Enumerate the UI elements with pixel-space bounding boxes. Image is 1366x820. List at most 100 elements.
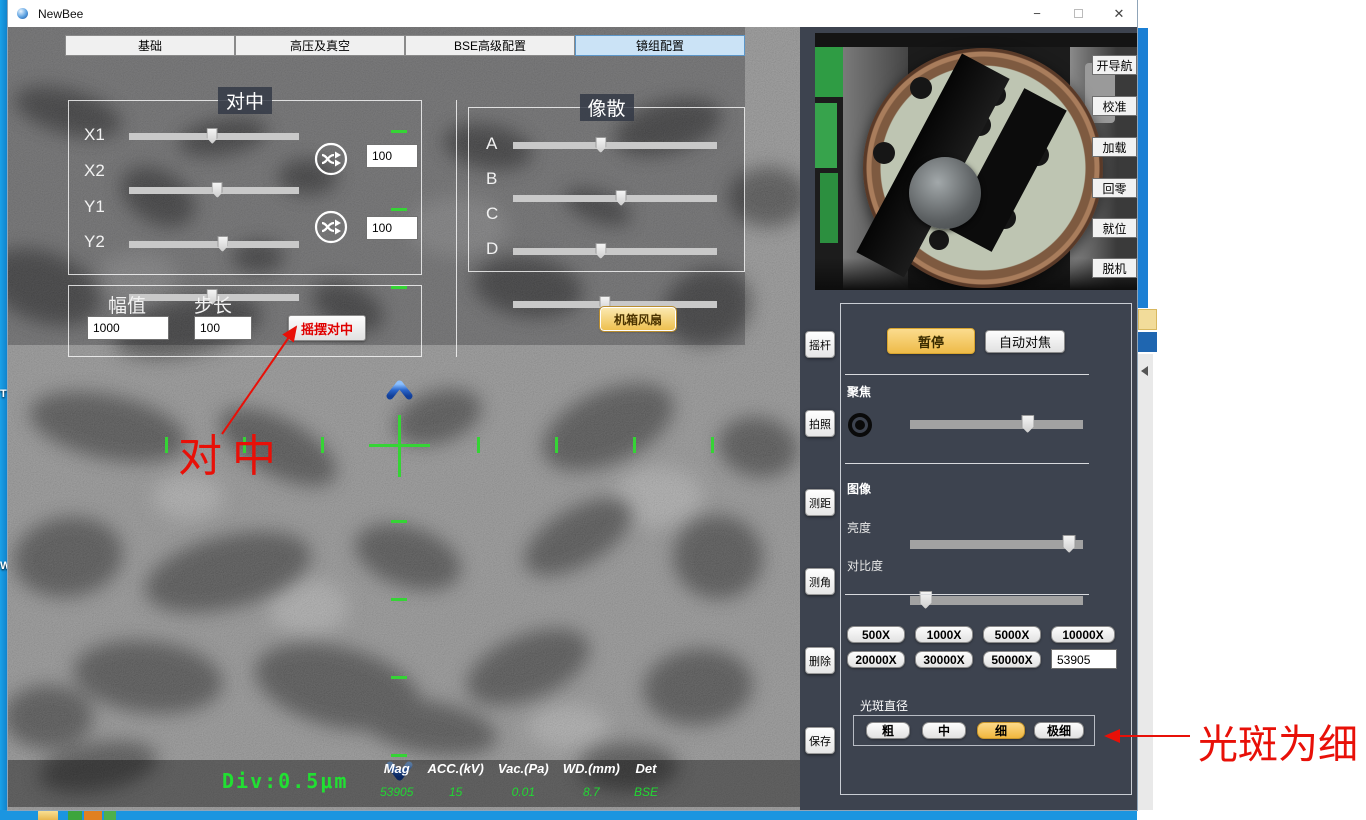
slider-thumb[interactable] — [1063, 535, 1076, 553]
slider-label-x2: X2 — [84, 161, 105, 181]
slider-track[interactable] — [513, 248, 717, 255]
slider-thumb[interactable] — [595, 137, 606, 153]
astigmatism-group: 像散 A B C D — [468, 107, 745, 272]
status-value: 8.7 — [563, 785, 620, 799]
centering-slider-x2[interactable] — [129, 181, 299, 199]
spot-coarse-button[interactable]: 粗 — [866, 722, 910, 739]
mag-10000x-button[interactable]: 10000X — [1051, 626, 1115, 643]
spot-fine-button[interactable]: 细 — [977, 722, 1025, 739]
brightness-slider[interactable] — [910, 535, 1083, 553]
image-section-label: 图像 — [847, 480, 871, 497]
slider-track[interactable] — [910, 420, 1083, 429]
divider — [845, 463, 1089, 464]
maximize-button[interactable] — [1061, 0, 1095, 27]
tab-bse-advanced[interactable]: BSE高级配置 — [405, 35, 575, 56]
centering-y-value[interactable]: 100 — [366, 216, 418, 240]
astig-slider-c[interactable] — [513, 242, 717, 260]
step-value[interactable]: 100 — [194, 316, 252, 340]
background-scrollbar[interactable] — [1137, 354, 1153, 810]
step-label: 步长 — [194, 291, 232, 318]
title-bar[interactable]: NewBee − ✕ — [8, 0, 1137, 27]
joystick-button[interactable]: 摇杆 — [805, 331, 835, 358]
scale-tick — [633, 437, 636, 453]
astig-slider-a[interactable] — [513, 136, 717, 154]
tab-hv-vacuum[interactable]: 高压及真空 — [235, 35, 405, 56]
app-icon — [17, 8, 28, 19]
status-header: WD.(mm) — [563, 761, 620, 776]
slider-label-x1: X1 — [84, 125, 105, 145]
astig-slider-b[interactable] — [513, 189, 717, 207]
mag-5000x-button[interactable]: 5000X — [983, 626, 1041, 643]
scroll-left-arrow-icon — [1141, 366, 1148, 376]
autofocus-button[interactable]: 自动对焦 — [985, 330, 1065, 353]
slider-track[interactable] — [513, 142, 717, 149]
delete-button[interactable]: 删除 — [805, 647, 835, 674]
mag-20000x-button[interactable]: 20000X — [847, 651, 905, 668]
slider-label-y2: Y2 — [84, 232, 105, 252]
swap-y-icon[interactable] — [314, 210, 348, 244]
desktop-icon-label-t: T — [0, 388, 7, 400]
crosshair-horizontal — [369, 444, 430, 447]
mag-50000x-button[interactable]: 50000X — [983, 651, 1041, 668]
status-col-wd: WD.(mm) 8.7 — [563, 761, 620, 799]
mag-500x-button[interactable]: 500X — [847, 626, 905, 643]
tab-lens-config[interactable]: 镜组配置 — [575, 35, 745, 56]
background-window-edge — [1137, 28, 1148, 308]
taskbar-icon-green[interactable] — [68, 809, 82, 820]
annotation-centering-text: 对中 — [178, 420, 286, 484]
snapshot-button[interactable]: 拍照 — [805, 410, 835, 437]
slider-track[interactable] — [513, 195, 717, 202]
sample-stub — [909, 157, 981, 229]
calibrate-button[interactable]: 校准 — [1092, 96, 1137, 116]
centering-x-value[interactable]: 100 — [366, 144, 418, 168]
spot-ultrafine-button[interactable]: 极细 — [1034, 722, 1084, 739]
slider-thumb[interactable] — [1021, 415, 1034, 433]
status-col-vac: Vac.(Pa) 0.01 — [498, 761, 549, 799]
slider-track[interactable] — [910, 596, 1083, 605]
scale-dash — [391, 130, 407, 133]
status-value: 0.01 — [498, 785, 549, 799]
mag-1000x-button[interactable]: 1000X — [915, 626, 973, 643]
centering-slider-x1[interactable] — [129, 127, 299, 145]
chevron-up-icon[interactable] — [386, 379, 413, 401]
slider-thumb[interactable] — [616, 190, 627, 206]
mag-value-input[interactable]: 53905 — [1051, 649, 1117, 669]
pause-button[interactable]: 暂停 — [887, 328, 975, 354]
load-button[interactable]: 加载 — [1092, 137, 1137, 157]
offline-button[interactable]: 脱机 — [1092, 258, 1137, 278]
in-position-button[interactable]: 就位 — [1092, 218, 1137, 238]
home-zero-button[interactable]: 回零 — [1092, 178, 1137, 198]
close-button[interactable]: ✕ — [1102, 0, 1136, 27]
tab-basic[interactable]: 基础 — [65, 35, 235, 56]
control-panel: 暂停 自动对焦 聚焦 图像 亮度 对比度 — [800, 27, 1137, 810]
measure-distance-button[interactable]: 测距 — [805, 489, 835, 516]
focus-slider[interactable] — [910, 415, 1083, 433]
centering-slider-y1[interactable] — [129, 235, 299, 253]
taskbar-icon-green2[interactable] — [104, 809, 116, 820]
scale-tick — [321, 437, 324, 453]
taskbar-icon-orange[interactable] — [84, 810, 102, 820]
slider-thumb[interactable] — [212, 182, 223, 198]
taskbar-folder-icon[interactable] — [38, 810, 58, 820]
save-button[interactable]: 保存 — [805, 727, 835, 754]
spot-medium-button[interactable]: 中 — [922, 722, 966, 739]
open-navigation-button[interactable]: 开导航 — [1092, 55, 1137, 75]
minimize-button[interactable]: − — [1020, 0, 1054, 27]
swap-x-icon[interactable] — [314, 142, 348, 176]
slider-thumb[interactable] — [595, 243, 606, 259]
mag-30000x-button[interactable]: 30000X — [915, 651, 973, 668]
chassis-fan-button[interactable]: 机箱风扇 — [600, 307, 676, 331]
slider-thumb[interactable] — [217, 236, 228, 252]
status-value: 53905 — [380, 785, 413, 799]
screen: T W NewBee − ✕ — [0, 0, 1366, 820]
slider-thumb[interactable] — [207, 128, 218, 144]
slider-track[interactable] — [910, 540, 1083, 549]
contrast-label: 对比度 — [847, 557, 883, 574]
sem-image-viewport[interactable]: 基础 高压及真空 BSE高级配置 镜组配置 对中 X1 X2 Y1 — [8, 27, 800, 810]
centering-group-title: 对中 — [218, 87, 272, 114]
wobble-centering-button[interactable]: 摇摆对中 — [288, 315, 366, 341]
slider-track[interactable] — [129, 241, 299, 248]
amplitude-value[interactable]: 1000 — [87, 316, 169, 340]
measure-angle-button[interactable]: 测角 — [805, 568, 835, 595]
focus-knob-icon[interactable] — [847, 412, 873, 438]
